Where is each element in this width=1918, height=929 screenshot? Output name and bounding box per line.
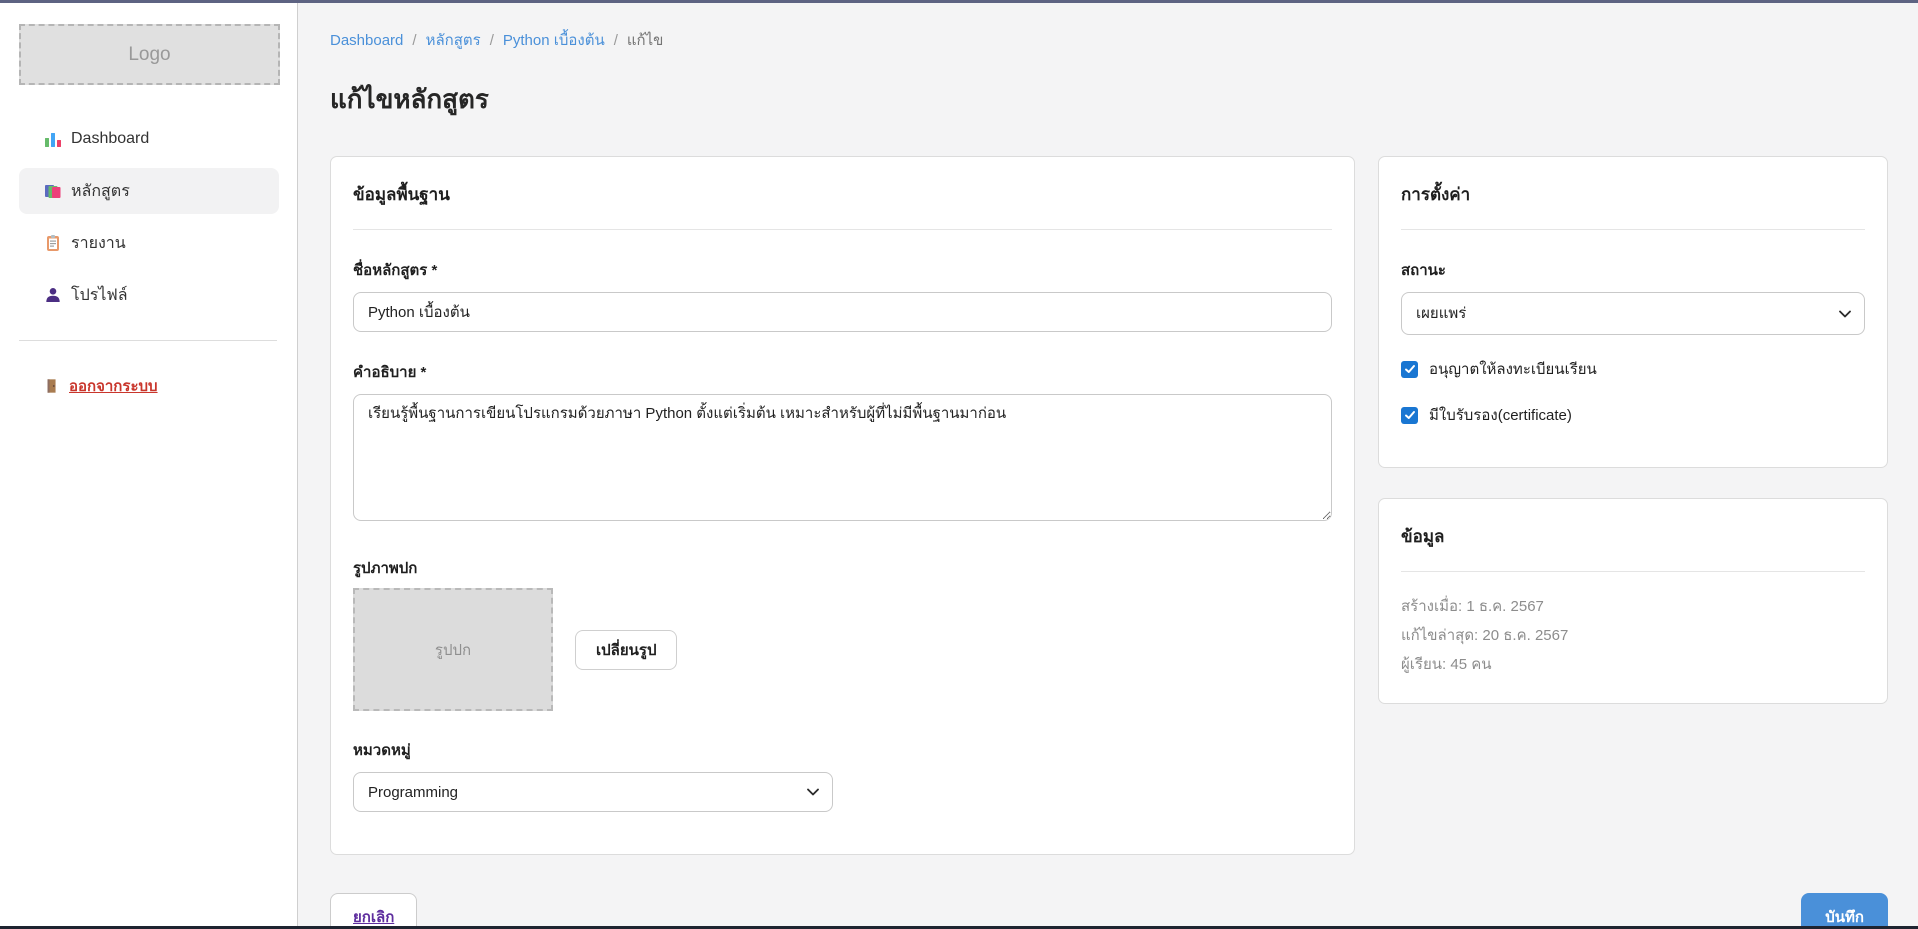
sidebar-item-reports[interactable]: รายงาน: [19, 220, 279, 266]
allow-enrollment-checkbox-row[interactable]: อนุญาตให้ลงทะเบียนเรียน: [1401, 357, 1865, 381]
main-content: Dashboard / หลักสูตร / Python เบื้องต้น …: [298, 3, 1918, 926]
sidebar-divider: [19, 340, 277, 341]
app-window: Logo Dashboard: [0, 0, 1918, 929]
category-select-wrap: Programming: [353, 772, 833, 812]
change-image-button[interactable]: เปลี่ยนรูป: [575, 630, 677, 670]
allow-enrollment-label: อนุญาตให้ลงทะเบียนเรียน: [1429, 357, 1597, 381]
cover-image-row: รูปปก เปลี่ยนรูป: [353, 588, 1332, 711]
checkbox-checked-icon[interactable]: [1401, 361, 1418, 378]
breadcrumb-current: แก้ไข: [627, 28, 664, 52]
description-label: คำอธิบาย *: [353, 360, 1332, 384]
sidebar-item-label: โปรไฟล์: [71, 283, 128, 308]
updated-date-text: แก้ไขล่าสุด: 20 ธ.ค. 2567: [1401, 625, 1865, 647]
form-actions: ยกเลิก บันทึก: [330, 893, 1888, 926]
books-icon: [44, 182, 62, 200]
breadcrumb-link-courses[interactable]: หลักสูตร: [426, 28, 481, 52]
clipboard-icon: [44, 234, 62, 252]
sidebar-item-label: หลักสูตร: [71, 179, 130, 204]
logout-label: ออกจากระบบ: [69, 374, 158, 398]
basic-info-card-title: ข้อมูลพื้นฐาน: [353, 181, 1332, 208]
breadcrumb-separator: /: [412, 32, 416, 49]
info-card: ข้อมูล สร้างเมื่อ: 1 ธ.ค. 2567 แก้ไขล่าส…: [1378, 498, 1888, 704]
certificate-label: มีใบรับรอง(certificate): [1429, 403, 1572, 427]
status-label: สถานะ: [1401, 258, 1865, 282]
sidebar-item-dashboard[interactable]: Dashboard: [19, 116, 279, 162]
door-icon: [44, 378, 60, 394]
status-select-wrap: เผยแพร่: [1401, 292, 1865, 335]
settings-card-title: การตั้งค่า: [1401, 181, 1865, 208]
page-title: แก้ไขหลักสูตร: [330, 79, 1888, 120]
breadcrumb: Dashboard / หลักสูตร / Python เบื้องต้น …: [330, 28, 1888, 52]
card-divider: [1401, 229, 1865, 230]
course-name-label: ชื่อหลักสูตร *: [353, 258, 1332, 282]
basic-info-card: ข้อมูลพื้นฐาน ชื่อหลักสูตร * คำอธิบาย * …: [330, 156, 1355, 855]
save-button[interactable]: บันทึก: [1801, 893, 1888, 926]
sidebar-item-profile[interactable]: โปรไฟล์: [19, 272, 279, 318]
card-divider: [1401, 571, 1865, 572]
category-label: หมวดหมู่: [353, 738, 1332, 762]
breadcrumb-link-course[interactable]: Python เบื้องต้น: [503, 28, 605, 52]
learner-count-text: ผู้เรียน: 45 คน: [1401, 654, 1865, 676]
sidebar-item-label: Dashboard: [71, 130, 149, 148]
checkbox-checked-icon[interactable]: [1401, 407, 1418, 424]
sidebar-item-courses[interactable]: หลักสูตร: [19, 168, 279, 214]
card-divider: [353, 229, 1332, 230]
created-date-text: สร้างเมื่อ: 1 ธ.ค. 2567: [1401, 596, 1865, 618]
breadcrumb-separator: /: [490, 32, 494, 49]
breadcrumb-separator: /: [614, 32, 618, 49]
status-select[interactable]: เผยแพร่: [1401, 292, 1865, 335]
description-textarea[interactable]: เรียนรู้พื้นฐานการเขียนโปรแกรมด้วยภาษา P…: [353, 394, 1332, 521]
info-card-title: ข้อมูล: [1401, 523, 1865, 550]
category-select[interactable]: Programming: [353, 772, 833, 812]
sidebar: Logo Dashboard: [0, 3, 298, 926]
bar-chart-icon: [44, 130, 62, 148]
sidebar-item-label: รายงาน: [71, 231, 126, 256]
cancel-button[interactable]: ยกเลิก: [330, 893, 417, 926]
cover-image-placeholder: รูปปก: [353, 588, 553, 711]
certificate-checkbox-row[interactable]: มีใบรับรอง(certificate): [1401, 403, 1865, 427]
person-icon: [44, 286, 62, 304]
logout-link[interactable]: ออกจากระบบ: [19, 374, 279, 398]
settings-card: การตั้งค่า สถานะ เผยแพร่: [1378, 156, 1888, 468]
sidebar-menu: Dashboard หลักสูตร: [19, 116, 279, 318]
course-name-input[interactable]: [353, 292, 1332, 332]
logo-placeholder: Logo: [19, 24, 280, 85]
cover-image-label: รูปภาพปก: [353, 556, 1332, 580]
content-columns: ข้อมูลพื้นฐาน ชื่อหลักสูตร * คำอธิบาย * …: [330, 156, 1888, 855]
breadcrumb-link-dashboard[interactable]: Dashboard: [330, 32, 403, 49]
right-column: การตั้งค่า สถานะ เผยแพร่: [1378, 156, 1888, 704]
